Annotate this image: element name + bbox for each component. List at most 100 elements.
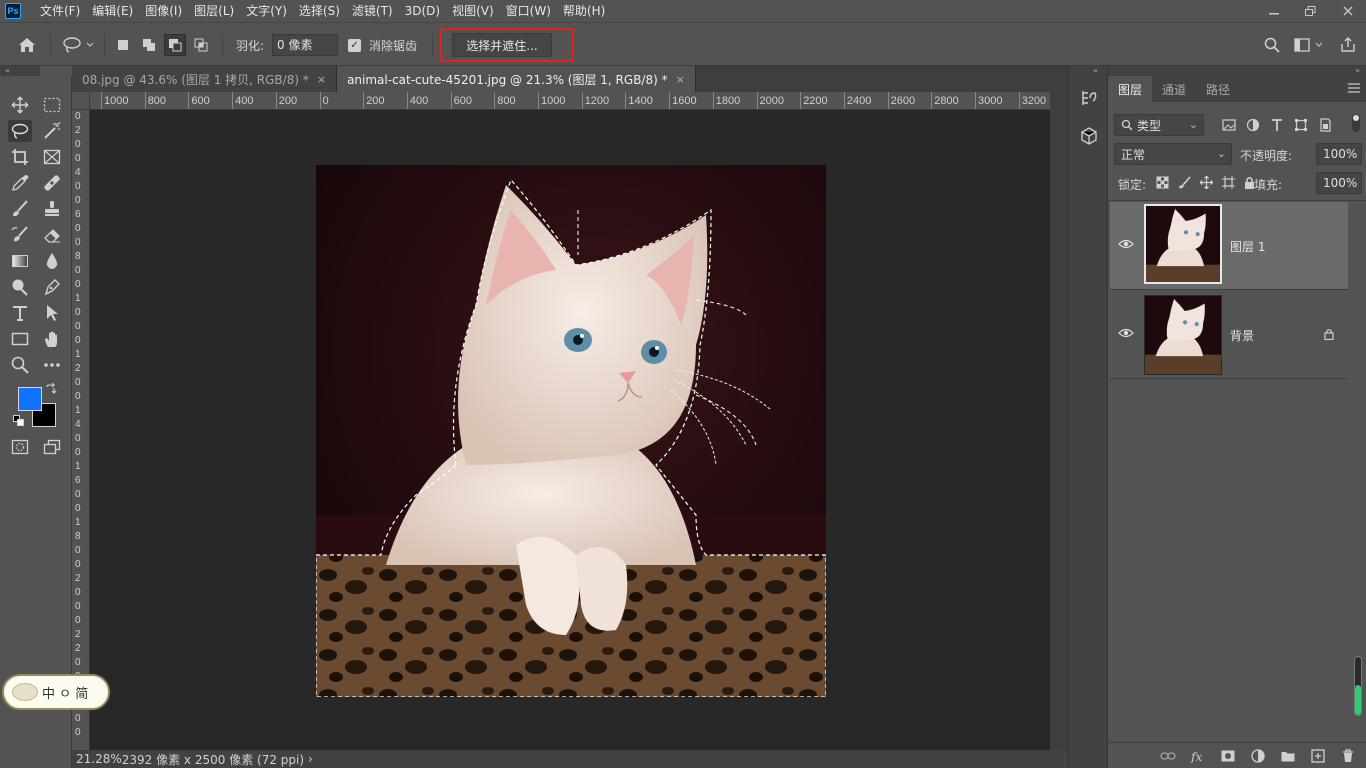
filter-kind-dropdown[interactable]: 类型 ⌄ [1114, 114, 1204, 136]
zoom-level[interactable]: 21.28% [76, 752, 122, 766]
gradient-tool-icon[interactable] [8, 250, 32, 272]
close-icon[interactable]: × [317, 73, 326, 86]
layer-thumbnail[interactable] [1144, 204, 1222, 284]
pen-tool-icon[interactable] [40, 276, 64, 298]
type-tool-icon[interactable] [8, 302, 32, 324]
brush-tool-icon[interactable] [8, 198, 32, 220]
magic-wand-icon[interactable] [40, 120, 64, 142]
adjustment-filter-icon[interactable] [1246, 118, 1260, 132]
pixel-filter-icon[interactable] [1222, 118, 1236, 132]
filter-toggle[interactable] [1352, 114, 1360, 132]
lock-artboard-icon[interactable] [1222, 176, 1235, 189]
tab-document-08[interactable]: 08.jpg @ 43.6% (图层 1 拷贝, RGB/8) * × [72, 66, 338, 92]
rectangle-tool-icon[interactable] [8, 328, 32, 350]
menu-help[interactable]: 帮助(H) [557, 0, 611, 22]
lasso-tool-icon[interactable] [8, 120, 32, 142]
horizontal-ruler[interactable]: 1000 800 600 400 200 0 200 400 600 800 1000 1200 140… [90, 92, 1050, 110]
marquee-tool-icon[interactable] [40, 94, 64, 116]
dock-collapse-icon[interactable]: « [1093, 66, 1098, 75]
hand-tool-icon[interactable] [40, 328, 64, 350]
document-image[interactable] [316, 165, 826, 697]
select-and-mask-button[interactable]: 选择并遮住... [452, 33, 552, 57]
adjustment-layer-icon[interactable] [1250, 748, 1266, 764]
lock-image-icon[interactable] [1178, 176, 1191, 189]
more-tools-icon[interactable] [40, 354, 64, 376]
tab-paths[interactable]: 路径 [1196, 76, 1240, 102]
home-icon[interactable] [18, 23, 36, 66]
visibility-eye-icon[interactable] [1118, 327, 1134, 341]
visibility-eye-icon[interactable] [1118, 238, 1134, 252]
menu-3d[interactable]: 3D(D) [399, 0, 446, 22]
close-icon[interactable] [1329, 0, 1366, 22]
shape-filter-icon[interactable] [1294, 118, 1308, 132]
antialias-checkbox[interactable]: ✓ [348, 39, 361, 52]
link-layers-icon[interactable] [1160, 748, 1176, 764]
blur-tool-icon[interactable] [40, 250, 64, 272]
move-tool-icon[interactable] [8, 94, 32, 116]
crop-tool-icon[interactable] [8, 146, 32, 168]
add-to-selection-icon[interactable] [138, 34, 160, 56]
healing-brush-icon[interactable] [40, 172, 64, 194]
lock-transparent-icon[interactable] [1156, 176, 1169, 189]
panel-scrollbar[interactable] [1354, 656, 1362, 716]
layer-row-background[interactable]: 背景 [1110, 291, 1348, 379]
status-menu-arrow[interactable]: › [308, 752, 313, 766]
blend-mode-dropdown[interactable]: 正常 ⌄ [1114, 143, 1232, 165]
new-selection-icon[interactable] [112, 34, 134, 56]
new-layer-icon[interactable] [1310, 748, 1326, 764]
subtract-from-selection-icon[interactable] [164, 33, 186, 56]
search-icon[interactable] [1264, 23, 1280, 66]
tab-channels[interactable]: 通道 [1152, 76, 1196, 102]
zoom-tool-icon[interactable] [8, 354, 32, 376]
smart-object-filter-icon[interactable] [1318, 118, 1332, 132]
layer-style-fx-icon[interactable]: fx [1190, 748, 1206, 764]
menu-file[interactable]: 文件(F) [34, 0, 86, 22]
default-colors-icon[interactable] [12, 414, 26, 428]
screen-mode-icon[interactable] [40, 436, 64, 458]
toolbar-collapse[interactable]: « [0, 66, 40, 76]
menu-filter[interactable]: 滤镜(T) [346, 0, 399, 22]
menu-layer[interactable]: 图层(L) [188, 0, 240, 22]
feather-input[interactable]: 0 像素 [272, 34, 338, 56]
intersect-selection-icon[interactable] [190, 34, 212, 56]
eraser-tool-icon[interactable] [40, 224, 64, 246]
ruler-corner[interactable] [72, 92, 90, 110]
fill-input[interactable]: 100% ⌄ [1316, 172, 1366, 194]
menu-edit[interactable]: 编辑(E) [86, 0, 139, 22]
history-panel-icon[interactable] [1079, 88, 1099, 108]
menu-window[interactable]: 窗口(W) [500, 0, 557, 22]
path-selection-icon[interactable] [40, 302, 64, 324]
eyedropper-icon[interactable] [8, 172, 32, 194]
minimize-icon[interactable] [1255, 0, 1292, 22]
new-group-icon[interactable] [1280, 748, 1296, 764]
tab-layers[interactable]: 图层 [1108, 76, 1153, 102]
vertical-scrollbar[interactable] [1050, 92, 1068, 750]
quick-mask-icon[interactable] [8, 436, 32, 458]
lasso-preset-icon[interactable] [62, 23, 96, 66]
3d-panel-icon[interactable] [1079, 126, 1099, 146]
menu-type[interactable]: 文字(Y) [240, 0, 293, 22]
canvas-area[interactable] [90, 110, 1050, 750]
opacity-input[interactable]: 100% ⌄ [1316, 143, 1366, 165]
panel-menu-icon[interactable] [1348, 82, 1360, 94]
share-icon[interactable] [1340, 23, 1356, 66]
add-mask-icon[interactable] [1220, 748, 1236, 764]
history-brush-icon[interactable] [8, 224, 32, 246]
clone-stamp-icon[interactable] [40, 198, 64, 220]
panel-collapse[interactable]: » [1108, 66, 1366, 76]
tab-document-cat[interactable]: animal-cat-cute-45201.jpg @ 21.3% (图层 1,… [337, 66, 696, 92]
layer-name[interactable]: 背景 [1230, 327, 1254, 344]
vertical-ruler[interactable]: 0 2 0 0 4 0 0 6 0 0 8 0 0 1 0 0 0 1 2 0 0 1 4 0 0 1 6 0 0 1 8 0 0 2 0 0 0 2 2 0… [72, 110, 90, 750]
menu-image[interactable]: 图像(I) [139, 0, 188, 22]
workspace-icon[interactable] [1294, 23, 1326, 66]
layer-row-layer1[interactable]: 图层 1 [1110, 202, 1348, 290]
layer-name[interactable]: 图层 1 [1230, 238, 1265, 255]
close-icon[interactable]: × [676, 73, 685, 86]
frame-tool-icon[interactable] [40, 146, 64, 168]
foreground-color-swatch[interactable] [18, 387, 42, 411]
menu-select[interactable]: 选择(S) [293, 0, 346, 22]
menu-view[interactable]: 视图(V) [446, 0, 500, 22]
delete-layer-icon[interactable] [1340, 748, 1356, 764]
dodge-tool-icon[interactable] [8, 276, 32, 298]
type-filter-icon[interactable] [1270, 118, 1284, 132]
